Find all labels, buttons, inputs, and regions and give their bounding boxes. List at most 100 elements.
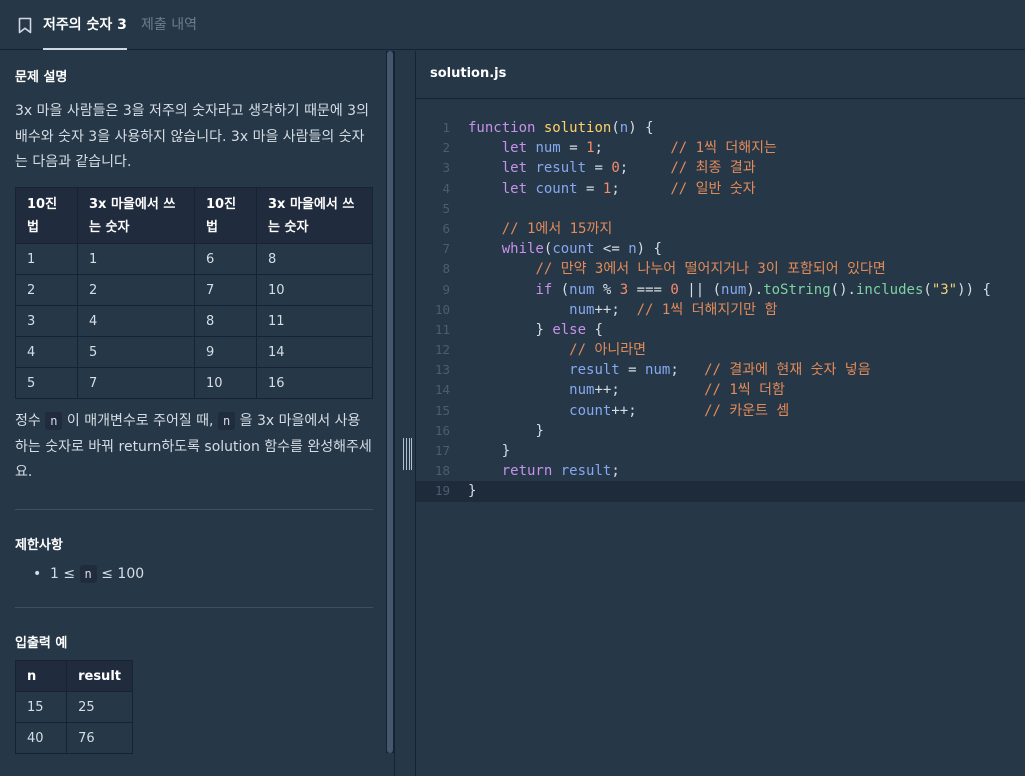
line-number: 7	[442, 241, 450, 257]
resize-handle-icon[interactable]	[403, 438, 412, 470]
table-cell: 1	[15, 243, 78, 275]
table-cell: 25	[66, 691, 133, 723]
line-number: 13	[434, 362, 450, 378]
panel-divider[interactable]	[394, 51, 416, 776]
code-line[interactable]: 15 count++; // 카운트 셈	[416, 401, 1025, 421]
code-text[interactable]: count++; // 카운트 셈	[468, 401, 789, 421]
code-text[interactable]: // 만약 3에서 나누어 떨어지거나 3이 포함되어 있다면	[468, 259, 885, 279]
table-header: 3x 마을에서 쓰는 숫자	[77, 187, 195, 244]
code-line[interactable]: 1 function solution(n) {	[416, 118, 1025, 138]
table-cell: 10	[256, 274, 373, 306]
table-cell: 7	[77, 367, 195, 399]
line-number: 8	[442, 261, 450, 277]
inline-code: n	[45, 412, 63, 430]
table-cell: 8	[256, 243, 373, 275]
code-line[interactable]: 13 result = num; // 결과에 현재 숫자 넣음	[416, 360, 1025, 380]
code-text[interactable]: }	[468, 421, 543, 441]
table-cell: 10	[194, 367, 257, 399]
problem-intro: 3x 마을 사람들은 3을 저주의 숫자라고 생각하기 때문에 3의 배수와 숫…	[15, 99, 375, 176]
code-text[interactable]: }	[468, 441, 510, 461]
code-text[interactable]: let count = 1; // 일반 숫자	[468, 179, 756, 199]
table-cell: 9	[194, 336, 257, 368]
code-text[interactable]: while(count <= n) {	[468, 239, 662, 259]
table-cell: 76	[66, 722, 133, 754]
code-line[interactable]: 8 // 만약 3에서 나누어 떨어지거나 3이 포함되어 있다면	[416, 259, 1025, 279]
example-table: n result 15 25 40 76	[14, 660, 133, 754]
tab-submissions[interactable]: 제출 내역	[141, 0, 197, 50]
line-number: 19	[434, 483, 450, 499]
number-mapping-table: 10진 법 3x 마을에서 쓰는 숫자 10진 법 3x 마을에서 쓰는 숫자 1 …	[15, 187, 373, 399]
inline-code: n	[79, 565, 97, 583]
table-cell: 7	[194, 274, 257, 306]
editor-header: solution.js	[416, 51, 1025, 99]
tab-problem[interactable]: 저주의 숫자 3	[43, 0, 127, 50]
line-number: 11	[434, 321, 450, 337]
code-line[interactable]: 10 num++; // 1씩 더해지기만 함	[416, 300, 1025, 320]
task-line: 정수 n 이 매개변수로 주어질 때, n 을 3x 마을에서 사용	[15, 412, 361, 430]
code-area[interactable]: 1 function solution(n) {2 let num = 1; //…	[416, 118, 1025, 502]
table-header: result	[66, 660, 133, 692]
code-line[interactable]: 16 }	[416, 421, 1025, 441]
table-header: 3x 마을에서 쓰는 숫자	[256, 187, 373, 244]
code-text[interactable]: let result = 0; // 최종 결과	[468, 158, 756, 178]
table-cell: 3	[15, 305, 78, 337]
section-title-description: 문제 설명	[15, 70, 68, 85]
table-cell: 4	[77, 305, 195, 337]
table-header: 10진 법	[15, 187, 78, 244]
table-cell: 40	[14, 722, 68, 754]
code-text[interactable]: num++; // 1씩 더해지기만 함	[468, 300, 777, 320]
table-header-row: n result	[14, 660, 133, 692]
code-line[interactable]: 11 } else {	[416, 320, 1025, 340]
code-editor[interactable]: 1 function solution(n) {2 let num = 1; //…	[416, 99, 1025, 776]
line-number: 3	[442, 160, 450, 176]
left-scrollbar-thumb[interactable]	[387, 51, 393, 753]
code-text[interactable]: if (num % 3 === 0 || (num).toString().in…	[468, 280, 990, 300]
table-cell: 2	[77, 274, 195, 306]
task-description: 정수 n 이 매개변수로 주어질 때, n 을 3x 마을에서 사용 하는 숫자…	[15, 409, 375, 486]
line-number: 16	[434, 422, 450, 438]
table-header: n	[14, 660, 68, 692]
code-line[interactable]: 19}	[416, 481, 1025, 502]
code-text[interactable]: result = num; // 결과에 현재 숫자 넣음	[468, 360, 870, 380]
code-line[interactable]: 9 if (num % 3 === 0 || (num).toString().…	[416, 280, 1025, 300]
line-number: 6	[442, 220, 450, 236]
task-line: 하는 숫자로 바꿔 return하도록 solution 함수를 완성해주세	[15, 438, 372, 455]
line-number: 4	[442, 180, 450, 196]
table-cell: 11	[256, 305, 373, 337]
code-line[interactable]: 3 let result = 0; // 최종 결과	[416, 158, 1025, 178]
code-line[interactable]: 2 let num = 1; // 1씩 더해지는	[416, 138, 1025, 158]
table-cell: 1	[77, 243, 195, 275]
code-line[interactable]: 14 num++; // 1씩 더함	[416, 380, 1025, 400]
code-line[interactable]: 18 return result;	[416, 461, 1025, 481]
code-text[interactable]: }	[468, 481, 476, 501]
section-title-examples: 입출력 예	[15, 636, 68, 651]
table-cell: 8	[194, 305, 257, 337]
line-number: 9	[442, 281, 450, 297]
code-text[interactable]: function solution(n) {	[468, 118, 654, 138]
intro-line: 배수와 숫자 3을 사용하지 않습니다. 3x 마을 사람들의 숫자	[15, 128, 365, 145]
table-cell: 5	[77, 336, 195, 368]
code-line[interactable]: 6 // 1에서 15까지	[416, 219, 1025, 239]
table-header-row: 10진 법 3x 마을에서 쓰는 숫자 10진 법 3x 마을에서 쓰는 숫자	[15, 187, 373, 244]
code-line[interactable]: 5	[416, 199, 1025, 219]
line-number: 5	[442, 200, 450, 216]
code-line[interactable]: 17 }	[416, 441, 1025, 461]
table-cell: 14	[256, 336, 373, 368]
code-text[interactable]: num++; // 1씩 더함	[468, 380, 785, 400]
table-cell: 2	[15, 274, 78, 306]
line-number: 14	[434, 382, 450, 398]
code-line[interactable]: 12 // 아니라면	[416, 340, 1025, 360]
code-text[interactable]: return result;	[468, 461, 620, 481]
code-text[interactable]: // 아니라면	[468, 340, 646, 360]
file-tab[interactable]: solution.js	[430, 66, 506, 81]
table-row: 15 25	[14, 691, 133, 723]
top-tab-bar: 저주의 숫자 3 제출 내역	[0, 0, 1025, 50]
code-text[interactable]: } else {	[468, 320, 602, 340]
code-text[interactable]: // 1에서 15까지	[468, 219, 613, 239]
code-text[interactable]: let num = 1; // 1씩 더해지는	[468, 138, 777, 158]
code-line[interactable]: 4 let count = 1; // 일반 숫자	[416, 179, 1025, 199]
code-line[interactable]: 7 while(count <= n) {	[416, 239, 1025, 259]
line-number: 2	[442, 140, 450, 156]
bookmark-icon[interactable]	[18, 17, 32, 34]
problem-panel: 문제 설명 3x 마을 사람들은 3을 저주의 숫자라고 생각하기 때문에 3의…	[0, 51, 390, 776]
